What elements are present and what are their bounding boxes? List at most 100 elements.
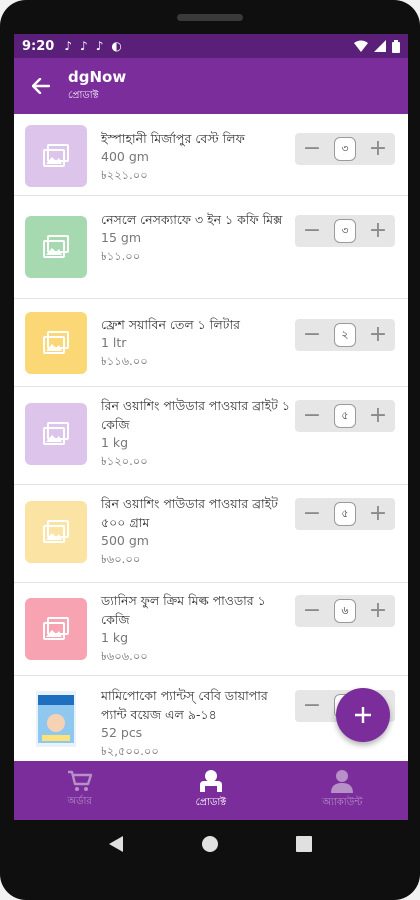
back-button[interactable] (14, 58, 68, 114)
quantity-value[interactable]: ৫ (334, 502, 356, 526)
product-thumbnail (25, 125, 87, 187)
quantity-value[interactable]: ২ (334, 323, 356, 347)
battery-icon (392, 39, 400, 53)
product-unit: 52 pcs (101, 725, 143, 740)
product-name: ড্যানিস ফুল ক্রিম মিল্ক পাওডার ১ কেজি (101, 593, 266, 627)
decrement-button[interactable]: − (301, 600, 323, 622)
earpiece-speaker (177, 14, 243, 21)
product-unit: 400 gm (101, 149, 149, 164)
decrement-button[interactable]: − (301, 220, 323, 242)
increment-button[interactable]: + (367, 220, 389, 242)
product-thumbnail (25, 598, 87, 660)
product-thumbnail (25, 501, 87, 563)
product-row[interactable]: ইস্পাহানী মির্জাপুর বেস্ট লিফ 400 gm ৳২২… (14, 114, 408, 196)
quantity-stepper: − ৩ + (295, 133, 395, 165)
notification-icon: ♪ (95, 39, 104, 53)
product-thumbnail (25, 312, 87, 374)
system-back-icon[interactable] (108, 835, 124, 853)
nav-label: প্রোডাক্ট (195, 797, 227, 808)
app-screen: 9:20 ♪ ♪ ♪ ◐ dgNow প্রোডাক্ট ইস্পাহানী ম… (14, 34, 408, 820)
arrow-left-icon (32, 78, 50, 94)
image-placeholder-icon (43, 235, 69, 258)
product-price: ৳২২১.০০ (101, 168, 148, 182)
product-name: রিন ওয়াশিং পাউডার পাওয়ার ব্রাইট ৫০০ গ্… (101, 496, 278, 530)
product-row[interactable]: রিন ওয়াশিং পাউডার পাওয়ার ব্রাইট ৫০০ গ্… (14, 485, 408, 583)
decrement-button[interactable]: − (301, 138, 323, 160)
increment-button[interactable]: + (367, 600, 389, 622)
quantity-stepper: − ৩ + (295, 215, 395, 247)
product-name: নেসলে নেসক্যাফে ৩ ইন ১ কফি মিক্স (101, 212, 283, 227)
quantity-value[interactable]: ৫ (334, 404, 356, 428)
status-time: 9:20 (22, 38, 55, 54)
signal-icon (374, 40, 386, 52)
product-unit: 500 gm (101, 533, 149, 548)
nav-orders[interactable]: অর্ডার (14, 761, 145, 820)
product-price: ৳৬০.০০ (101, 552, 141, 566)
product-unit: 15 gm (101, 230, 141, 245)
quantity-value[interactable]: ৬ (334, 599, 356, 623)
nav-products[interactable]: প্রোডাক্ট (145, 761, 276, 820)
quantity-stepper: − ৬ + (295, 595, 395, 627)
notification-icon: ◐ (111, 39, 122, 53)
add-product-button[interactable] (336, 688, 390, 742)
notification-icon: ♪ (80, 39, 88, 53)
product-row[interactable]: ফ্রেশ সয়াবিন তেল ১ লিটার 1 ltr ৳১১৬.০০ … (14, 299, 408, 387)
account-icon (331, 770, 354, 793)
product-price: ৳১১৬.০০ (101, 354, 148, 368)
image-placeholder-icon (43, 617, 69, 640)
bottom-navigation: অর্ডার প্রোডাক্ট অ্যাকাউন্ট (14, 761, 408, 820)
cart-icon (67, 770, 92, 791)
product-price: ৳২,৫০০.০০ (101, 744, 159, 758)
product-name: রিন ওয়াশিং পাউডার পাওয়ার ব্রাইট ১ কেজি (101, 398, 290, 432)
product-price: ৳৬০৬.০০ (101, 649, 148, 663)
product-thumbnail (25, 216, 87, 278)
nav-label: অ্যাকাউন্ট (322, 797, 363, 808)
decrement-button[interactable]: − (301, 405, 323, 427)
image-placeholder-icon (43, 144, 69, 167)
nav-label: অর্ডার (67, 796, 92, 807)
plus-icon (355, 707, 371, 723)
product-unit: 1 kg (101, 435, 129, 450)
increment-button[interactable]: + (367, 324, 389, 346)
product-photo (25, 688, 87, 750)
phone-frame: 9:20 ♪ ♪ ♪ ◐ dgNow প্রোডাক্ট ইস্পাহানী ম… (0, 0, 420, 900)
quantity-stepper: − ৫ + (295, 400, 395, 432)
quantity-value[interactable]: ৩ (334, 219, 356, 243)
decrement-button[interactable]: − (301, 503, 323, 525)
system-navigation-bar (0, 820, 420, 868)
product-price: ৳১২০.০০ (101, 454, 148, 468)
increment-button[interactable]: + (367, 503, 389, 525)
wifi-icon (354, 40, 368, 52)
quantity-value[interactable]: ৩ (334, 137, 356, 161)
quantity-stepper: − ৫ + (295, 498, 395, 530)
system-recents-icon[interactable] (295, 836, 312, 852)
increment-button[interactable]: + (367, 405, 389, 427)
product-name: মামিপোকো প্যান্টস্ বেবি ডায়াপার প্যান্ট… (101, 688, 268, 722)
app-title: dgNow (68, 67, 127, 86)
product-unit: 1 kg (101, 630, 129, 645)
product-list[interactable]: ইস্পাহানী মির্জাপুর বেস্ট লিফ 400 gm ৳২২… (14, 114, 408, 761)
app-bar: dgNow প্রোডাক্ট (14, 58, 408, 114)
product-price: ৳১১.০০ (101, 249, 141, 263)
quantity-stepper: − ২ + (295, 319, 395, 351)
diaper-pack-image (36, 691, 76, 747)
product-row[interactable]: রিন ওয়াশিং পাউডার পাওয়ার ব্রাইট ১ কেজি… (14, 387, 408, 485)
decrement-button[interactable]: − (301, 695, 323, 717)
status-bar: 9:20 ♪ ♪ ♪ ◐ (14, 34, 408, 58)
product-row[interactable]: ড্যানিস ফুল ক্রিম মিল্ক পাওডার ১ কেজি 1 … (14, 583, 408, 676)
nav-account[interactable]: অ্যাকাউন্ট (277, 761, 408, 820)
image-placeholder-icon (43, 422, 69, 445)
increment-button[interactable]: + (367, 138, 389, 160)
product-icon (199, 770, 222, 792)
system-home-icon[interactable] (201, 835, 219, 853)
image-placeholder-icon (43, 331, 69, 354)
image-placeholder-icon (43, 520, 69, 543)
notification-icon: ♪ (64, 39, 73, 53)
product-row[interactable]: নেসলে নেসক্যাফে ৩ ইন ১ কফি মিক্স 15 gm ৳… (14, 196, 408, 299)
page-subtitle: প্রোডাক্ট (68, 89, 99, 101)
product-unit: 1 ltr (101, 335, 127, 350)
product-name: ইস্পাহানী মির্জাপুর বেস্ট লিফ (101, 131, 245, 146)
product-name: ফ্রেশ সয়াবিন তেল ১ লিটার (101, 317, 240, 332)
decrement-button[interactable]: − (301, 324, 323, 346)
product-thumbnail (25, 403, 87, 465)
